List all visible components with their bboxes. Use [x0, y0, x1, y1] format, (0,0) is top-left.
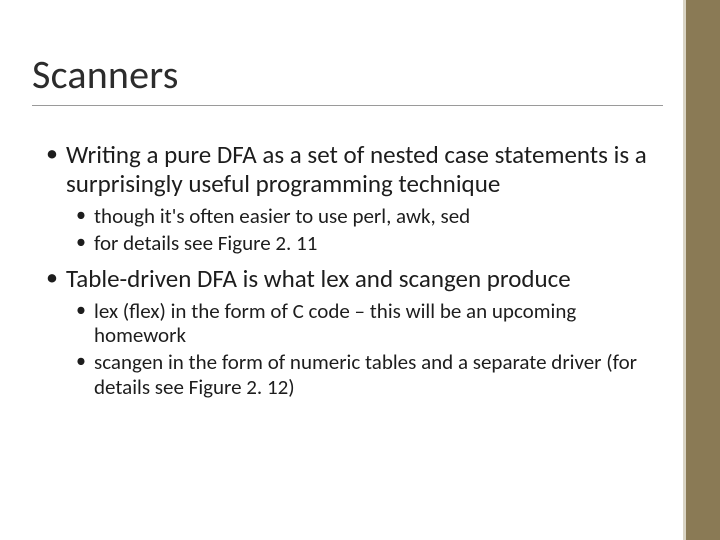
sub-bullet-text: scangen in the form of numeric tables an…	[94, 349, 637, 400]
bullet-list: Writing a pure DFA as a set of nested ca…	[32, 140, 663, 400]
bullet-text: Table-driven DFA is what lex and scangen…	[66, 263, 571, 294]
sub-bullet-text: for details see Figure 2. 11	[94, 230, 317, 256]
accent-bar	[686, 0, 720, 540]
slide-title: Scanners	[32, 50, 663, 106]
accent-line	[683, 0, 686, 540]
sub-bullet-item: lex (flex) in the form of C code – this …	[94, 299, 663, 349]
sub-bullet-list: though it's often easier to use perl, aw…	[66, 204, 663, 256]
slide-content: Scanners Writing a pure DFA as a set of …	[0, 0, 683, 540]
bullet-item: Table-driven DFA is what lex and scangen…	[66, 264, 663, 400]
sub-bullet-item: scangen in the form of numeric tables an…	[94, 350, 663, 400]
bullet-text: Writing a pure DFA as a set of nested ca…	[66, 139, 647, 199]
sub-bullet-text: though it's often easier to use perl, aw…	[94, 203, 470, 229]
sub-bullet-item: though it's often easier to use perl, aw…	[94, 204, 663, 229]
bullet-item: Writing a pure DFA as a set of nested ca…	[66, 140, 663, 256]
sub-bullet-item: for details see Figure 2. 11	[94, 231, 663, 256]
sub-bullet-text: lex (flex) in the form of C code – this …	[94, 298, 576, 349]
sub-bullet-list: lex (flex) in the form of C code – this …	[66, 299, 663, 400]
